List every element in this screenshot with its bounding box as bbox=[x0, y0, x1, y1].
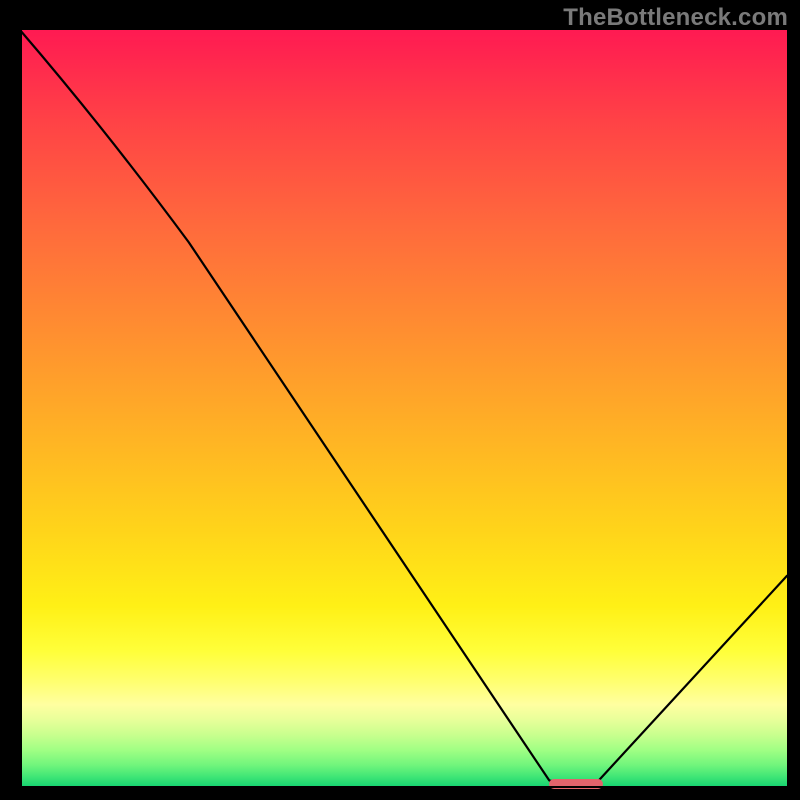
watermark-text: TheBottleneck.com bbox=[563, 4, 788, 32]
chart-container: TheBottleneck.com bbox=[0, 0, 800, 800]
x-axis bbox=[20, 786, 787, 788]
curve-svg bbox=[20, 30, 787, 788]
bottleneck-curve bbox=[20, 30, 787, 785]
y-axis bbox=[20, 30, 22, 788]
plot-area bbox=[20, 30, 787, 788]
